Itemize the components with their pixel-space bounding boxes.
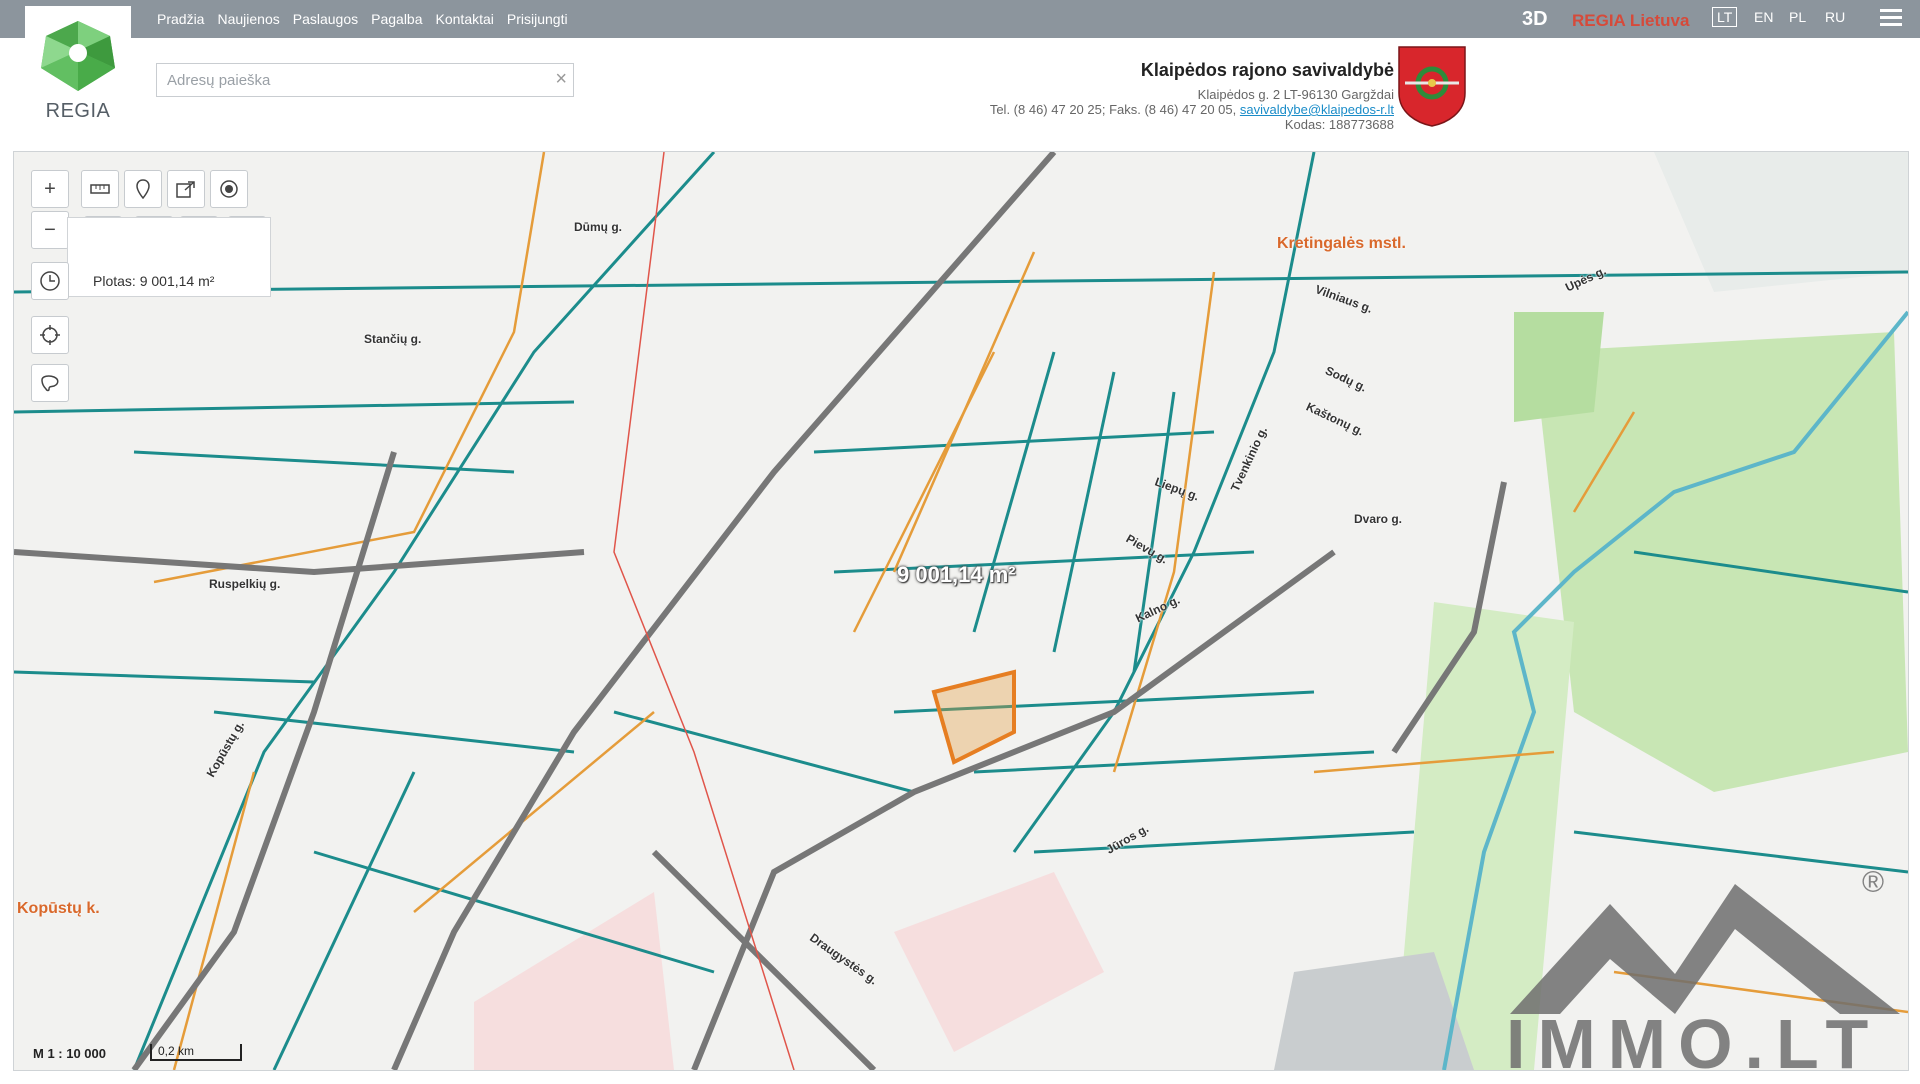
- lasso-icon[interactable]: [31, 364, 69, 402]
- scale-bar: 0,2 km: [150, 1044, 242, 1061]
- municipality-code: Kodas: 188773688: [1284, 117, 1394, 132]
- lang-ru[interactable]: RU: [1825, 9, 1845, 25]
- search-input[interactable]: [157, 64, 537, 96]
- clear-search-icon[interactable]: ×: [555, 68, 567, 91]
- street-label-dumu: Dūmų g.: [574, 220, 622, 234]
- share-svg: [176, 181, 195, 198]
- main-nav: Pradžia Naujienos Paslaugos Pagalba Kont…: [157, 0, 581, 38]
- history-icon[interactable]: [31, 262, 69, 300]
- regia-lietuva-link[interactable]: REGIA Lietuva: [1572, 11, 1689, 31]
- ruler-svg: [90, 184, 110, 194]
- address-search: ×: [156, 63, 574, 97]
- municipality-email-link[interactable]: savivaldybe@klaipedos-r.lt: [1240, 102, 1394, 117]
- lang-pl[interactable]: PL: [1789, 9, 1806, 25]
- share-icon[interactable]: [167, 170, 205, 208]
- lasso-svg: [41, 375, 59, 392]
- top-navigation-bar: Pradžia Naujienos Paslaugos Pagalba Kont…: [0, 0, 1920, 38]
- nav-item-naujienos[interactable]: Naujienos: [217, 11, 279, 27]
- municipality-phone: Tel. (8 46) 47 20 25; Faks. (8 46) 47 20…: [989, 102, 1237, 117]
- zoom-out-button[interactable]: −: [31, 211, 69, 249]
- history-svg: [40, 271, 60, 291]
- map-scale: M 1 : 10 000: [33, 1046, 106, 1061]
- watermark-text: IMMO.LT: [1506, 1005, 1881, 1083]
- municipality-crest-icon: [1398, 46, 1466, 127]
- nav-item-prisijungti[interactable]: Prisijungti: [507, 11, 568, 27]
- target-icon[interactable]: [210, 170, 248, 208]
- lang-lt[interactable]: LT: [1712, 7, 1738, 27]
- nav-item-kontaktai[interactable]: Kontaktai: [436, 11, 494, 27]
- measure-result-text: Plotas: 9 001,14 m²: [93, 273, 215, 289]
- logo-text: REGIA: [45, 100, 111, 122]
- locate-svg: [40, 325, 60, 345]
- hamburger-menu-icon[interactable]: [1880, 9, 1902, 29]
- target-svg: [220, 180, 238, 198]
- municipality-address: Klaipėdos g. 2 LT-96130 Gargždai: [1197, 87, 1394, 102]
- measured-area-label: 9 001,14 m²: [897, 562, 1016, 587]
- street-label-ruspelkiu: Ruspelkių g.: [209, 577, 281, 591]
- registered-mark: ®: [1862, 866, 1885, 899]
- locate-icon[interactable]: [31, 316, 69, 354]
- municipality-contacts: Tel. (8 46) 47 20 25; Faks. (8 46) 47 20…: [990, 102, 1394, 117]
- place-label-kretingales: Kretingalės mstl.: [1277, 235, 1406, 252]
- nav-item-paslaugos[interactable]: Paslaugos: [293, 11, 358, 27]
- zoom-in-button[interactable]: +: [31, 170, 69, 208]
- place-label-kopustu: Kopūstų k.: [17, 900, 100, 917]
- lang-en[interactable]: EN: [1754, 9, 1773, 25]
- nav-item-pagalba[interactable]: Pagalba: [371, 11, 422, 27]
- street-label-stanciu: Stančių g.: [364, 332, 422, 346]
- regia-logo[interactable]: REGIA: [25, 6, 131, 130]
- municipality-name: Klaipėdos rajono savivaldybė: [1140, 60, 1394, 80]
- 3d-button[interactable]: 3D: [1522, 8, 1548, 31]
- street-label-dvaro: Dvaro g.: [1354, 512, 1403, 526]
- marker-svg: [136, 179, 150, 199]
- marker-icon[interactable]: [124, 170, 162, 208]
- ruler-icon[interactable]: [81, 170, 119, 208]
- nav-item-pradzia[interactable]: Pradžia: [157, 11, 204, 27]
- regia-logo-icon: [41, 21, 115, 91]
